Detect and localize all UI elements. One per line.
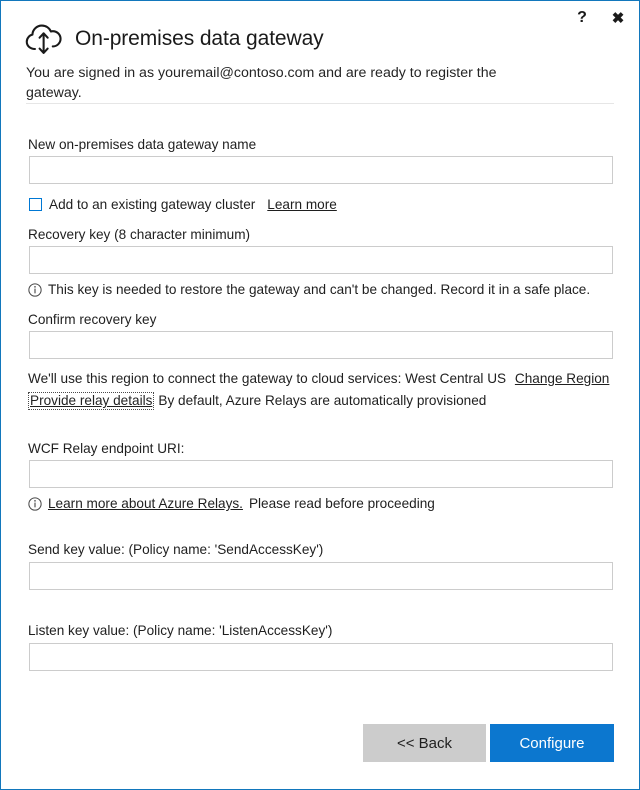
- help-icon[interactable]: ?: [571, 7, 593, 29]
- wcf-relay-hint-row: Learn more about Azure Relays. Please re…: [28, 496, 435, 511]
- cluster-learn-more-link[interactable]: Learn more: [267, 197, 337, 212]
- cluster-checkbox-label: Add to an existing gateway cluster: [49, 197, 256, 212]
- listen-key-input[interactable]: [29, 643, 613, 671]
- gateway-setup-dialog: ? ✖ On-premises data gateway You are sig…: [0, 0, 640, 790]
- signed-in-status: You are signed in as youremail@contoso.c…: [26, 65, 497, 101]
- recovery-key-hint-row: This key is needed to restore the gatewa…: [28, 282, 590, 297]
- send-key-label: Send key value: (Policy name: 'SendAcces…: [28, 542, 324, 557]
- gateway-name-label: New on-premises data gateway name: [28, 137, 257, 152]
- cloud-gateway-icon: [25, 24, 62, 54]
- region-text: We'll use this region to connect the gat…: [28, 371, 507, 386]
- info-icon: [28, 282, 42, 297]
- cluster-checkbox[interactable]: [29, 198, 42, 211]
- confirm-recovery-key-input[interactable]: [29, 331, 613, 359]
- header-divider: [26, 103, 614, 104]
- gateway-name-input[interactable]: [29, 156, 613, 184]
- back-button[interactable]: << Back: [363, 724, 486, 762]
- wcf-relay-hint-rest: Please read before proceeding: [248, 496, 435, 511]
- titlebar-button-group: ? ✖: [571, 7, 629, 29]
- configure-button[interactable]: Configure: [490, 724, 614, 762]
- azure-relays-learn-more-link[interactable]: Learn more about Azure Relays.: [48, 496, 243, 511]
- close-icon[interactable]: ✖: [607, 7, 629, 29]
- wcf-relay-uri-input[interactable]: [29, 460, 613, 488]
- provide-relay-details-link[interactable]: Provide relay details: [30, 393, 152, 408]
- relay-details-description: By default, Azure Relays are automatical…: [158, 393, 487, 408]
- recovery-key-label: Recovery key (8 character minimum): [28, 227, 251, 242]
- info-icon: [28, 496, 42, 511]
- send-key-input[interactable]: [29, 562, 613, 590]
- title-row: On-premises data gateway: [25, 23, 324, 55]
- provide-relay-details-focus-rect: Provide relay details: [28, 392, 155, 410]
- confirm-recovery-key-label: Confirm recovery key: [28, 312, 157, 327]
- cluster-checkbox-row[interactable]: Add to an existing gateway cluster Learn…: [29, 197, 337, 212]
- wcf-relay-uri-label: WCF Relay endpoint URI:: [28, 441, 185, 456]
- listen-key-label: Listen key value: (Policy name: 'ListenA…: [28, 623, 333, 638]
- change-region-link[interactable]: Change Region: [515, 371, 609, 386]
- relay-details-row: Provide relay details By default, Azure …: [28, 392, 486, 410]
- recovery-key-input[interactable]: [29, 246, 613, 274]
- region-row: We'll use this region to connect the gat…: [28, 371, 609, 386]
- recovery-key-hint-text: This key is needed to restore the gatewa…: [48, 282, 591, 297]
- page-title: On-premises data gateway: [75, 27, 324, 50]
